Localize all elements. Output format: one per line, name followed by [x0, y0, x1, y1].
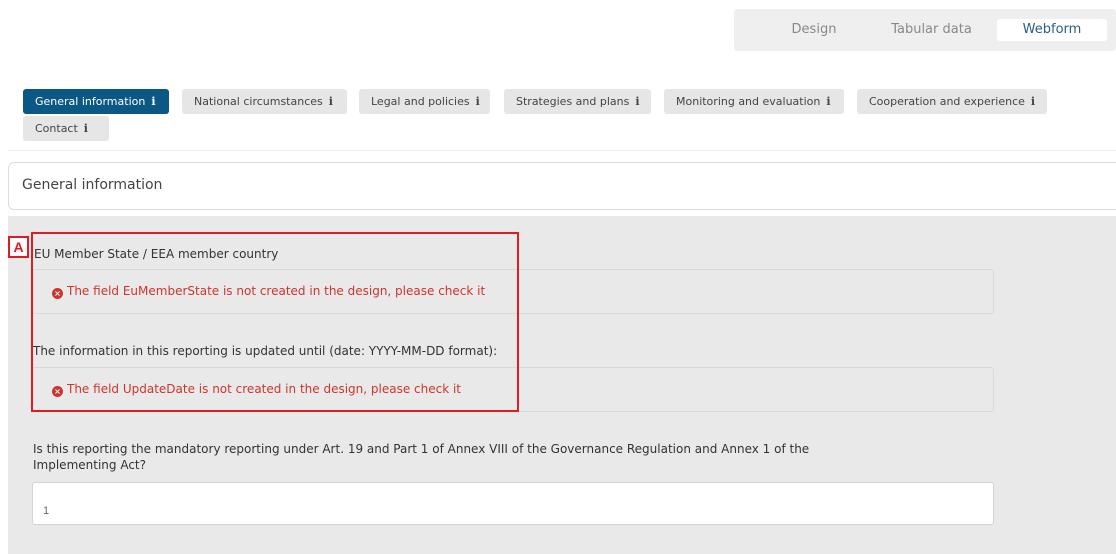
tab-monitoring-and-evaluation[interactable]: Monitoring and evaluation i: [664, 89, 844, 114]
tabular-data-view-button[interactable]: Tabular data: [874, 19, 989, 41]
info-icon[interactable]: i: [151, 95, 155, 108]
tab-strategies-and-plans[interactable]: Strategies and plans i: [504, 89, 651, 114]
annotation-highlight-box: [31, 232, 519, 412]
design-view-button[interactable]: Design: [774, 19, 854, 41]
webform-tabs: General information i National circumstan…: [8, 78, 1116, 151]
tab-label: Strategies and plans: [516, 95, 630, 108]
view-switcher: Design Tabular data Webform: [734, 9, 1116, 51]
info-icon[interactable]: i: [329, 95, 333, 108]
section-header: General information: [8, 162, 1116, 210]
info-icon[interactable]: i: [1031, 95, 1035, 108]
tab-national-circumstances[interactable]: National circumstances i: [182, 89, 347, 114]
tab-label: National circumstances: [194, 95, 323, 108]
info-icon[interactable]: i: [476, 95, 480, 108]
mandatory-reporting-input[interactable]: [32, 482, 994, 525]
tab-label: General information: [35, 95, 146, 108]
tab-contact[interactable]: Contact i: [23, 116, 109, 141]
info-icon[interactable]: i: [635, 95, 639, 108]
tab-label: Cooperation and experience: [869, 95, 1025, 108]
tab-label: Monitoring and evaluation: [676, 95, 821, 108]
tab-cooperation-and-experience[interactable]: Cooperation and experience i: [857, 89, 1047, 114]
webform-view-button[interactable]: Webform: [997, 19, 1107, 41]
mandatory-reporting-label: Is this reporting the mandatory reportin…: [33, 442, 810, 472]
annotation-label: A: [8, 236, 29, 258]
section-title: General information: [22, 177, 163, 193]
info-icon[interactable]: i: [826, 95, 830, 108]
tab-label: Contact: [35, 122, 78, 135]
tab-label: Legal and policies: [371, 95, 470, 108]
info-icon[interactable]: i: [84, 122, 88, 135]
tab-legal-and-policies[interactable]: Legal and policies i: [359, 89, 490, 114]
tab-general-information[interactable]: General information i: [23, 89, 169, 114]
